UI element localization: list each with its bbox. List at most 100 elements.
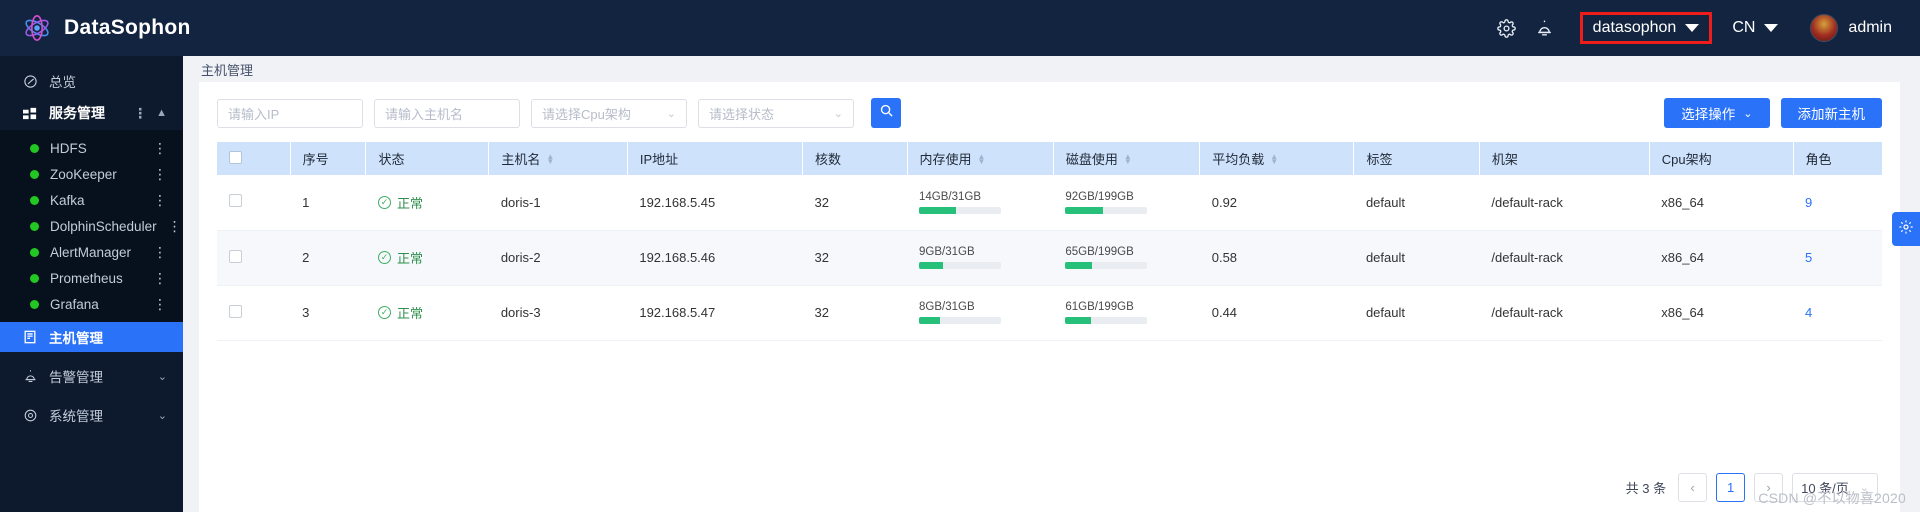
search-button[interactable] (871, 98, 901, 128)
sidebar-item-grafana[interactable]: Grafana ⋮ (0, 291, 183, 317)
more-icon[interactable]: ⋮ (153, 297, 167, 311)
disk-bar (1065, 206, 1148, 214)
cell-status: ✓ 正常 (365, 175, 489, 231)
th-label: 标签 (1366, 152, 1393, 167)
sidebar-item-zookeeper[interactable]: ZooKeeper ⋮ (0, 161, 183, 187)
atom-icon (22, 13, 52, 43)
sidebar-item-hdfs[interactable]: HDFS ⋮ (0, 135, 183, 161)
more-icon[interactable]: ⋮ (153, 167, 167, 181)
tenant-dropdown[interactable]: datasophon (1579, 12, 1713, 44)
pagination-prev[interactable]: ‹ (1678, 473, 1708, 502)
status-text: 正常 (396, 251, 423, 266)
service-label: Prometheus (50, 270, 123, 286)
table-row[interactable]: 1 ✓ 正常 doris-1 192.168.5.45 32 14GB/31GB… (217, 175, 1882, 231)
status-dot-icon (30, 247, 39, 257)
cpu-arch-select[interactable]: 请选择Cpu架构 ⌄ (531, 98, 687, 128)
sidebar-item-system-management[interactable]: 系统管理 ⌄ (0, 400, 183, 430)
header-actions: datasophon CN admin (1488, 9, 1920, 47)
th-disk[interactable]: 磁盘使用 ▲ ▼ (1053, 142, 1201, 175)
th-hostname[interactable]: 主机名 ▲ ▼ (488, 142, 628, 175)
service-label: DolphinScheduler (50, 218, 157, 234)
table-row[interactable]: 3 ✓ 正常 doris-3 192.168.5.47 32 8GB/31GB … (217, 285, 1882, 341)
sort-icon[interactable]: ▲ ▼ (1124, 152, 1132, 165)
cell-select[interactable] (217, 285, 291, 341)
gear-icon[interactable] (1488, 9, 1526, 47)
more-icon[interactable]: ⋮ (153, 141, 167, 155)
row-checkbox[interactable] (229, 194, 242, 208)
watermark: CSDN @不以物喜2020 (1758, 490, 1906, 506)
hosts-table: 序号 状态 主机名 ▲ ▼ IP地址 核数 内存使用 ▲ ▼ 磁盘使用 ▲ ▼ 平均负载 ▲ ▼… (217, 142, 1882, 341)
more-icon[interactable]: ⋮ (168, 219, 182, 233)
hostname-input[interactable]: 请输入主机名 (374, 98, 520, 128)
status-select[interactable]: 请选择状态 ⌄ (698, 98, 854, 128)
sidebar-item-service-management[interactable]: 服务管理 ⋮ ▲ (0, 96, 183, 130)
check-circle-icon: ✓ (377, 306, 391, 319)
th-label: 机架 (1491, 152, 1518, 167)
tenant-label: datasophon (1592, 19, 1677, 36)
alarm-lamp-icon[interactable] (1526, 9, 1564, 47)
ip-input[interactable]: 请输入IP (217, 98, 363, 128)
avatar[interactable] (1810, 14, 1839, 42)
cell-roles[interactable]: 4 (1793, 285, 1882, 341)
disk-text: 61GB/199GB (1065, 301, 1134, 313)
th-memory[interactable]: 内存使用 ▲ ▼ (907, 142, 1054, 175)
more-icon[interactable]: ⋮ (153, 245, 167, 259)
table-row[interactable]: 2 ✓ 正常 doris-2 192.168.5.46 32 9GB/31GB … (217, 230, 1882, 286)
cell-memory: 9GB/31GB (907, 230, 1054, 286)
th-label: 主机名 (501, 152, 541, 167)
more-icon[interactable]: ⋮ (153, 271, 167, 285)
cell-roles[interactable]: 5 (1793, 230, 1882, 286)
status-badge: ✓ 正常 (377, 303, 477, 322)
th-select-all[interactable] (217, 142, 291, 175)
cell-select[interactable] (217, 175, 291, 231)
pagination-page-1[interactable]: 1 (1716, 473, 1746, 502)
more-icon[interactable]: ⋮ (133, 106, 147, 120)
memory-bar-fill (919, 206, 956, 214)
row-checkbox[interactable] (229, 304, 242, 318)
chevron-down-icon[interactable]: ⌄ (158, 409, 167, 422)
add-host-button[interactable]: 添加新主机 (1780, 98, 1882, 128)
sort-icon[interactable]: ▲ ▼ (978, 152, 986, 165)
sidebar-item-prometheus[interactable]: Prometheus ⋮ (0, 265, 183, 291)
cell-roles[interactable]: 9 (1793, 175, 1882, 231)
content-panel: 请输入IP 请输入主机名 请选择Cpu架构 ⌄ 请选择状态 ⌄ 选择操作 ⌄ 添… (199, 82, 1900, 512)
float-settings-button[interactable] (1892, 212, 1920, 246)
select-action-button[interactable]: 选择操作 ⌄ (1664, 98, 1770, 128)
sidebar-item-kafka[interactable]: Kafka ⋮ (0, 187, 183, 213)
chevron-up-icon[interactable]: ▲ (156, 107, 167, 119)
user-name: admin (1848, 19, 1892, 36)
chevron-down-icon: ⌄ (1743, 107, 1753, 120)
memory-bar (919, 206, 1002, 214)
sidebar-label-service-management: 服务管理 (49, 105, 105, 121)
th-rack: 机架 (1479, 142, 1650, 175)
disk-bar-fill (1065, 262, 1093, 269)
cell-select[interactable] (217, 230, 291, 286)
sidebar-item-alertmanager[interactable]: AlertManager ⋮ (0, 239, 183, 265)
select-all-checkbox[interactable] (229, 150, 242, 164)
sidebar-item-alarm-management[interactable]: 告警管理 ⌄ (0, 361, 183, 391)
brand[interactable]: DataSophon (0, 13, 225, 43)
language-dropdown[interactable]: CN (1722, 13, 1788, 43)
server-icon (22, 329, 38, 345)
search-icon (879, 103, 894, 123)
th-load[interactable]: 平均负载 ▲ ▼ (1199, 142, 1355, 175)
sidebar-item-host-management[interactable]: 主机管理 (0, 322, 183, 352)
th-tag: 标签 (1353, 142, 1480, 175)
filter-bar: 请输入IP 请输入主机名 请选择Cpu架构 ⌄ 请选择状态 ⌄ 选择操作 ⌄ 添… (199, 82, 1900, 142)
sort-icon[interactable]: ▲ ▼ (1270, 152, 1278, 165)
cell-ip: 192.168.5.47 (627, 285, 803, 341)
cell-tag: default (1353, 285, 1480, 341)
cell-ip: 192.168.5.45 (627, 175, 803, 231)
chevron-down-icon[interactable]: ⌄ (158, 370, 167, 383)
sort-icon[interactable]: ▲ ▼ (546, 152, 554, 165)
status-text: 正常 (396, 195, 423, 211)
table-body: 1 ✓ 正常 doris-1 192.168.5.45 32 14GB/31GB… (217, 175, 1882, 341)
row-checkbox[interactable] (229, 249, 242, 263)
chevron-down-icon (1685, 24, 1700, 32)
th-label: 核数 (814, 152, 841, 167)
more-icon[interactable]: ⋮ (153, 193, 167, 207)
cell-tag: default (1353, 230, 1480, 286)
sidebar-item-overview[interactable]: 总览 (0, 66, 183, 96)
th-index: 序号 (290, 142, 367, 175)
sidebar-item-dolphinscheduler[interactable]: DolphinScheduler ⋮ (0, 213, 183, 239)
